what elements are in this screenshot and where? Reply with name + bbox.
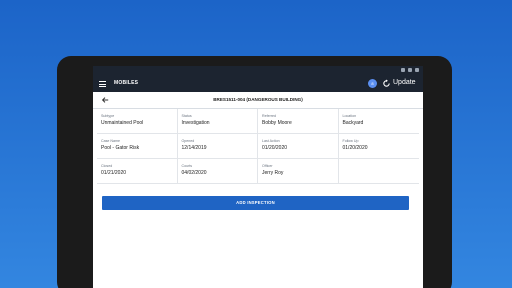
field-label: Closed <box>101 164 113 168</box>
field-subtype: Subtype Unmaintained Pool <box>97 109 178 134</box>
field-value: Investigation <box>181 120 210 126</box>
signal-icon <box>401 68 405 72</box>
field-value: 01/20/2020 <box>262 145 288 151</box>
field-referred: Referred Bobby Moore <box>258 109 339 134</box>
field-status: Status Investigation <box>177 109 258 134</box>
field-label: Courts <box>181 164 193 168</box>
field-value: Bobby Moore <box>262 120 292 126</box>
record-details-grid: Subtype Unmaintained Pool Status Investi… <box>97 109 419 184</box>
update-button[interactable]: Update <box>393 79 416 86</box>
field-label: Follow Up <box>342 139 359 143</box>
field-label: Case Name <box>101 139 120 143</box>
field-value: 12/14/2019 <box>181 145 207 151</box>
field-empty <box>338 159 419 184</box>
field-value: Backyard <box>342 120 364 126</box>
app-screen: MOBILES 8 Update BRES1511-004 (DANGEROUS… <box>93 66 423 288</box>
wifi-icon <box>408 68 412 72</box>
add-inspection-button[interactable]: ADD INSPECTION <box>102 196 409 210</box>
record-title: BRES1511-004 (DANGEROUS BUILDING) <box>213 97 303 102</box>
field-label: Referred <box>262 114 276 118</box>
field-closed: Closed 01/21/2020 <box>97 159 178 184</box>
status-icons <box>401 68 419 72</box>
field-opened: Opened 12/14/2019 <box>177 134 258 159</box>
field-value: 01/20/2020 <box>342 145 368 151</box>
status-bar <box>93 66 423 76</box>
field-value: Unmaintained Pool <box>101 120 144 126</box>
record-header: BRES1511-004 (DANGEROUS BUILDING) <box>93 92 423 109</box>
field-label: Officer <box>262 164 273 168</box>
field-value: Jerry Roy <box>262 170 284 176</box>
app-bar: MOBILES 8 Update <box>93 76 423 92</box>
menu-icon[interactable] <box>99 81 106 87</box>
field-label: Location <box>342 114 357 118</box>
field-officer: Officer Jerry Roy <box>258 159 339 184</box>
field-last-action: Last Action 01/20/2020 <box>258 134 339 159</box>
field-courts: Courts 04/02/2020 <box>177 159 258 184</box>
field-label: Subtype <box>101 114 115 118</box>
field-value: Pool - Gator Risk <box>101 145 140 151</box>
field-value: 01/21/2020 <box>101 170 127 176</box>
field-location: Location Backyard <box>338 109 419 134</box>
field-label: Opened <box>181 139 195 143</box>
field-label: Status <box>181 114 192 118</box>
field-follow-up: Follow Up 01/20/2020 <box>338 134 419 159</box>
app-title: MOBILES <box>114 80 139 86</box>
battery-icon <box>415 68 419 72</box>
field-label: Last Action <box>262 139 280 143</box>
user-badge[interactable]: 8 <box>368 79 377 88</box>
field-case-name: Case Name Pool - Gator Risk <box>97 134 178 159</box>
sync-icon[interactable] <box>382 79 391 88</box>
field-value: 04/02/2020 <box>181 170 207 176</box>
